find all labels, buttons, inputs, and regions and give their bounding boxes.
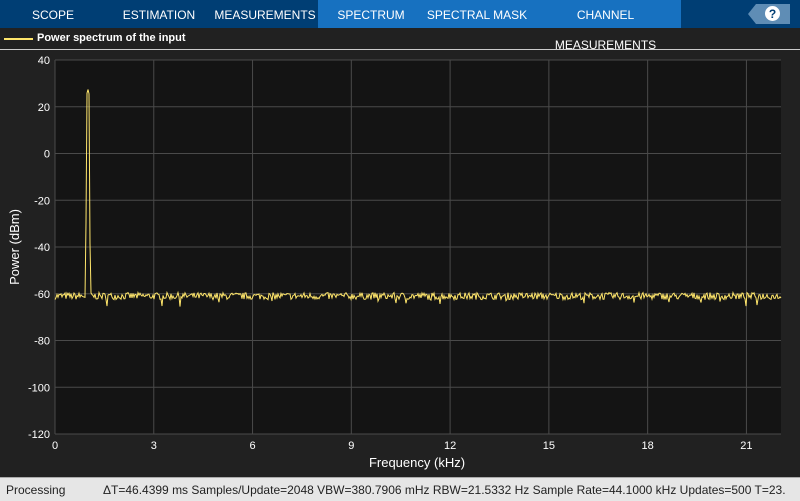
help-button[interactable]: ? [748,4,790,24]
status-state: Processing [6,483,66,497]
y-tick-label: -80 [34,336,50,348]
x-axis-label: Frequency (kHz) [369,455,465,470]
status-info: ΔT=46.4399 ms Samples/Update=2048 VBW=38… [103,483,786,497]
tab-scope[interactable]: SCOPE [0,0,106,28]
x-tick-label: 18 [642,440,654,452]
tab-spectral-mask[interactable]: SPECTRAL MASK [424,0,530,28]
x-tick-label: 12 [444,440,456,452]
x-tick-label: 9 [348,440,354,452]
tab-bar: SCOPE ESTIMATION MEASUREMENTS SPECTRUM S… [0,0,800,52]
y-tick-label: -40 [34,242,50,254]
x-tick-label: 3 [151,440,157,452]
x-tick-label: 0 [52,440,58,452]
legend-line-swatch [4,38,33,40]
y-tick-label: -100 [28,382,50,394]
tab-channel-measurements[interactable]: CHANNEL MEASUREMENTS [530,0,681,52]
y-tick-label: 40 [38,55,50,67]
y-tick-label: -20 [34,195,50,207]
tab-measurements[interactable]: MEASUREMENTS [212,0,318,28]
legend-label: Power spectrum of the input [37,32,186,44]
tab-spectrum[interactable]: SPECTRUM [318,0,424,28]
legend: Power spectrum of the input [0,28,800,50]
tab-estimation[interactable]: ESTIMATION [106,0,212,28]
y-tick-label: 0 [44,149,50,161]
y-tick-label: -60 [34,289,50,301]
help-icon: ? [765,6,780,21]
spectrum-plot: 0 3 6 9 12 15 18 21 40 20 0 -20 -40 -60 -80 -100 -120 Fr… [7,55,782,470]
x-tick-label: 6 [249,440,255,452]
status-bar: Processing ΔT=46.4399 ms Samples/Update=… [0,477,800,501]
x-tick-label: 15 [543,440,555,452]
x-tick-label: 21 [740,440,752,452]
y-tick-label: 20 [38,102,50,114]
y-tick-label: -120 [28,429,50,441]
y-axis-label: Power (dBm) [7,209,22,285]
